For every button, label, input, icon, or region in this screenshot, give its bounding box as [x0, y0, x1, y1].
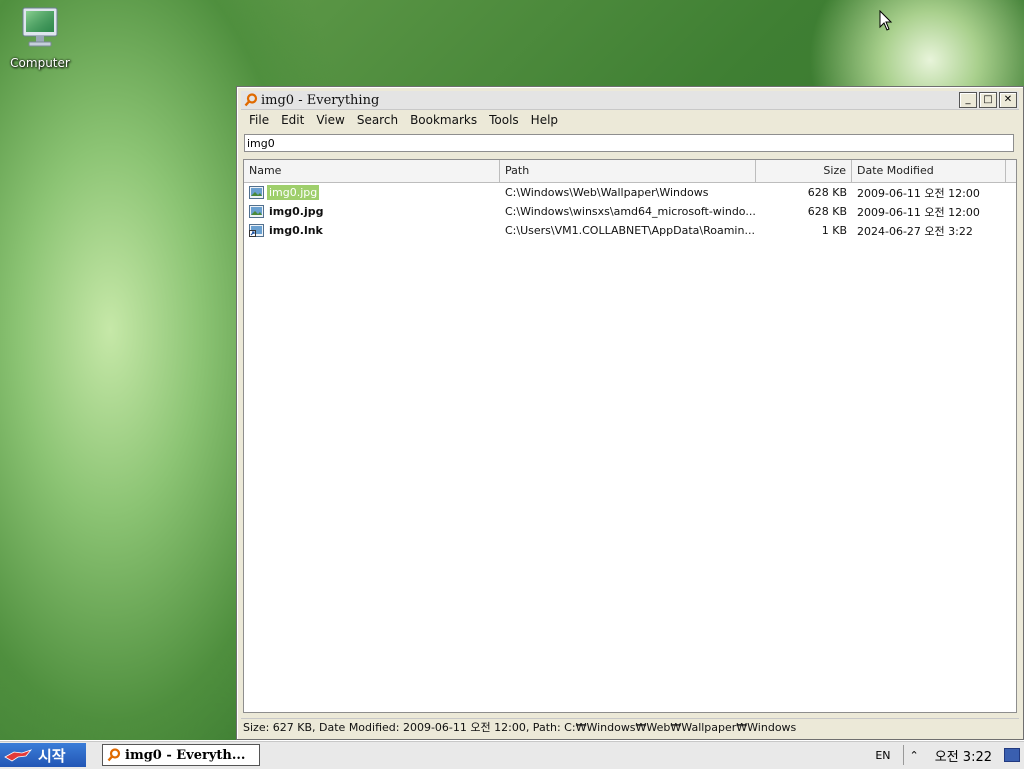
- menu-tools[interactable]: Tools: [483, 112, 525, 130]
- show-hidden-icons-icon[interactable]: ⌃: [910, 749, 919, 762]
- file-name: img0.jpg: [269, 205, 324, 218]
- file-name: img0.jpg: [267, 185, 320, 200]
- start-button[interactable]: 시작: [0, 743, 86, 767]
- clock[interactable]: 오전 3:22: [935, 746, 992, 765]
- file-size: 628 KB: [807, 205, 847, 218]
- menu-bar: File Edit View Search Bookmarks Tools He…: [243, 112, 564, 130]
- desktop-icon-label: Computer: [10, 56, 70, 70]
- column-header-path[interactable]: Path: [500, 160, 756, 182]
- file-path: C:\Windows\winsxs\amd64_microsoft-windo.…: [505, 205, 756, 218]
- tray-divider: [902, 745, 904, 765]
- maximize-button[interactable]: □: [979, 92, 997, 108]
- show-desktop-icon[interactable]: [1004, 748, 1020, 762]
- file-size: 1 KB: [821, 224, 847, 237]
- name-cell: img0.jpg: [244, 204, 500, 219]
- desktop-icon-computer[interactable]: Computer: [8, 6, 72, 70]
- menu-bookmarks[interactable]: Bookmarks: [404, 112, 483, 130]
- minimize-icon: _: [965, 94, 971, 105]
- name-cell: img0.jpg: [244, 185, 500, 200]
- taskbar: 시작 img0 - Everyth... EN ⌃ 오전 3:22: [0, 740, 1024, 769]
- file-name: img0.lnk: [269, 224, 323, 237]
- mouse-cursor-icon: [879, 10, 893, 31]
- table-row[interactable]: img0.jpg C:\Windows\winsxs\amd64_microso…: [244, 202, 1016, 221]
- table-row[interactable]: img0.jpg C:\Windows\Web\Wallpaper\Window…: [244, 183, 1016, 202]
- maximize-icon: □: [983, 94, 993, 105]
- magnifier-icon: [244, 93, 258, 107]
- results-list[interactable]: Name Path Size Date Modified img0.jpg C:…: [243, 159, 1017, 713]
- file-size: 628 KB: [807, 186, 847, 199]
- computer-icon: [20, 6, 60, 52]
- file-date: 2024-06-27 오전 3:22: [857, 224, 973, 238]
- search-input[interactable]: img0: [244, 134, 1014, 152]
- column-header-size[interactable]: Size: [756, 160, 852, 182]
- magnifier-icon: [107, 748, 121, 762]
- start-label: 시작: [38, 746, 66, 765]
- everything-window: img0 - Everything _ □ ✕ File Edit View S…: [236, 86, 1024, 740]
- file-path: C:\Windows\Web\Wallpaper\Windows: [505, 186, 709, 199]
- window-title: img0 - Everything: [261, 92, 380, 108]
- menu-search[interactable]: Search: [351, 112, 404, 130]
- start-logo-icon: [4, 749, 32, 762]
- language-indicator[interactable]: EN: [875, 749, 890, 762]
- column-header-row: Name Path Size Date Modified: [244, 160, 1016, 183]
- close-icon: ✕: [1003, 94, 1013, 105]
- menu-view[interactable]: View: [310, 112, 350, 130]
- file-date: 2009-06-11 오전 12:00: [857, 186, 980, 200]
- name-cell: img0.lnk: [244, 223, 500, 238]
- menu-help[interactable]: Help: [525, 112, 564, 130]
- title-bar[interactable]: img0 - Everything _ □ ✕: [241, 91, 1019, 110]
- image-file-icon: [249, 205, 264, 218]
- table-row[interactable]: img0.lnk C:\Users\VM1.COLLABNET\AppData\…: [244, 221, 1016, 240]
- taskbar-button-everything[interactable]: img0 - Everyth...: [102, 744, 260, 766]
- menu-file[interactable]: File: [243, 112, 275, 130]
- file-path: C:\Users\VM1.COLLABNET\AppData\Roamin...: [505, 224, 755, 237]
- image-file-icon: [249, 186, 264, 199]
- system-tray: EN ⌃ 오전 3:22: [875, 741, 1024, 769]
- menu-edit[interactable]: Edit: [275, 112, 310, 130]
- shortcut-file-icon: [249, 224, 264, 237]
- close-button[interactable]: ✕: [999, 92, 1017, 108]
- taskbar-button-label: img0 - Everyth...: [125, 747, 246, 763]
- file-date: 2009-06-11 오전 12:00: [857, 205, 980, 219]
- status-bar: Size: 627 KB, Date Modified: 2009-06-11 …: [241, 718, 1019, 737]
- minimize-button[interactable]: _: [959, 92, 977, 108]
- column-header-date[interactable]: Date Modified: [852, 160, 1006, 182]
- column-header-name[interactable]: Name: [244, 160, 500, 182]
